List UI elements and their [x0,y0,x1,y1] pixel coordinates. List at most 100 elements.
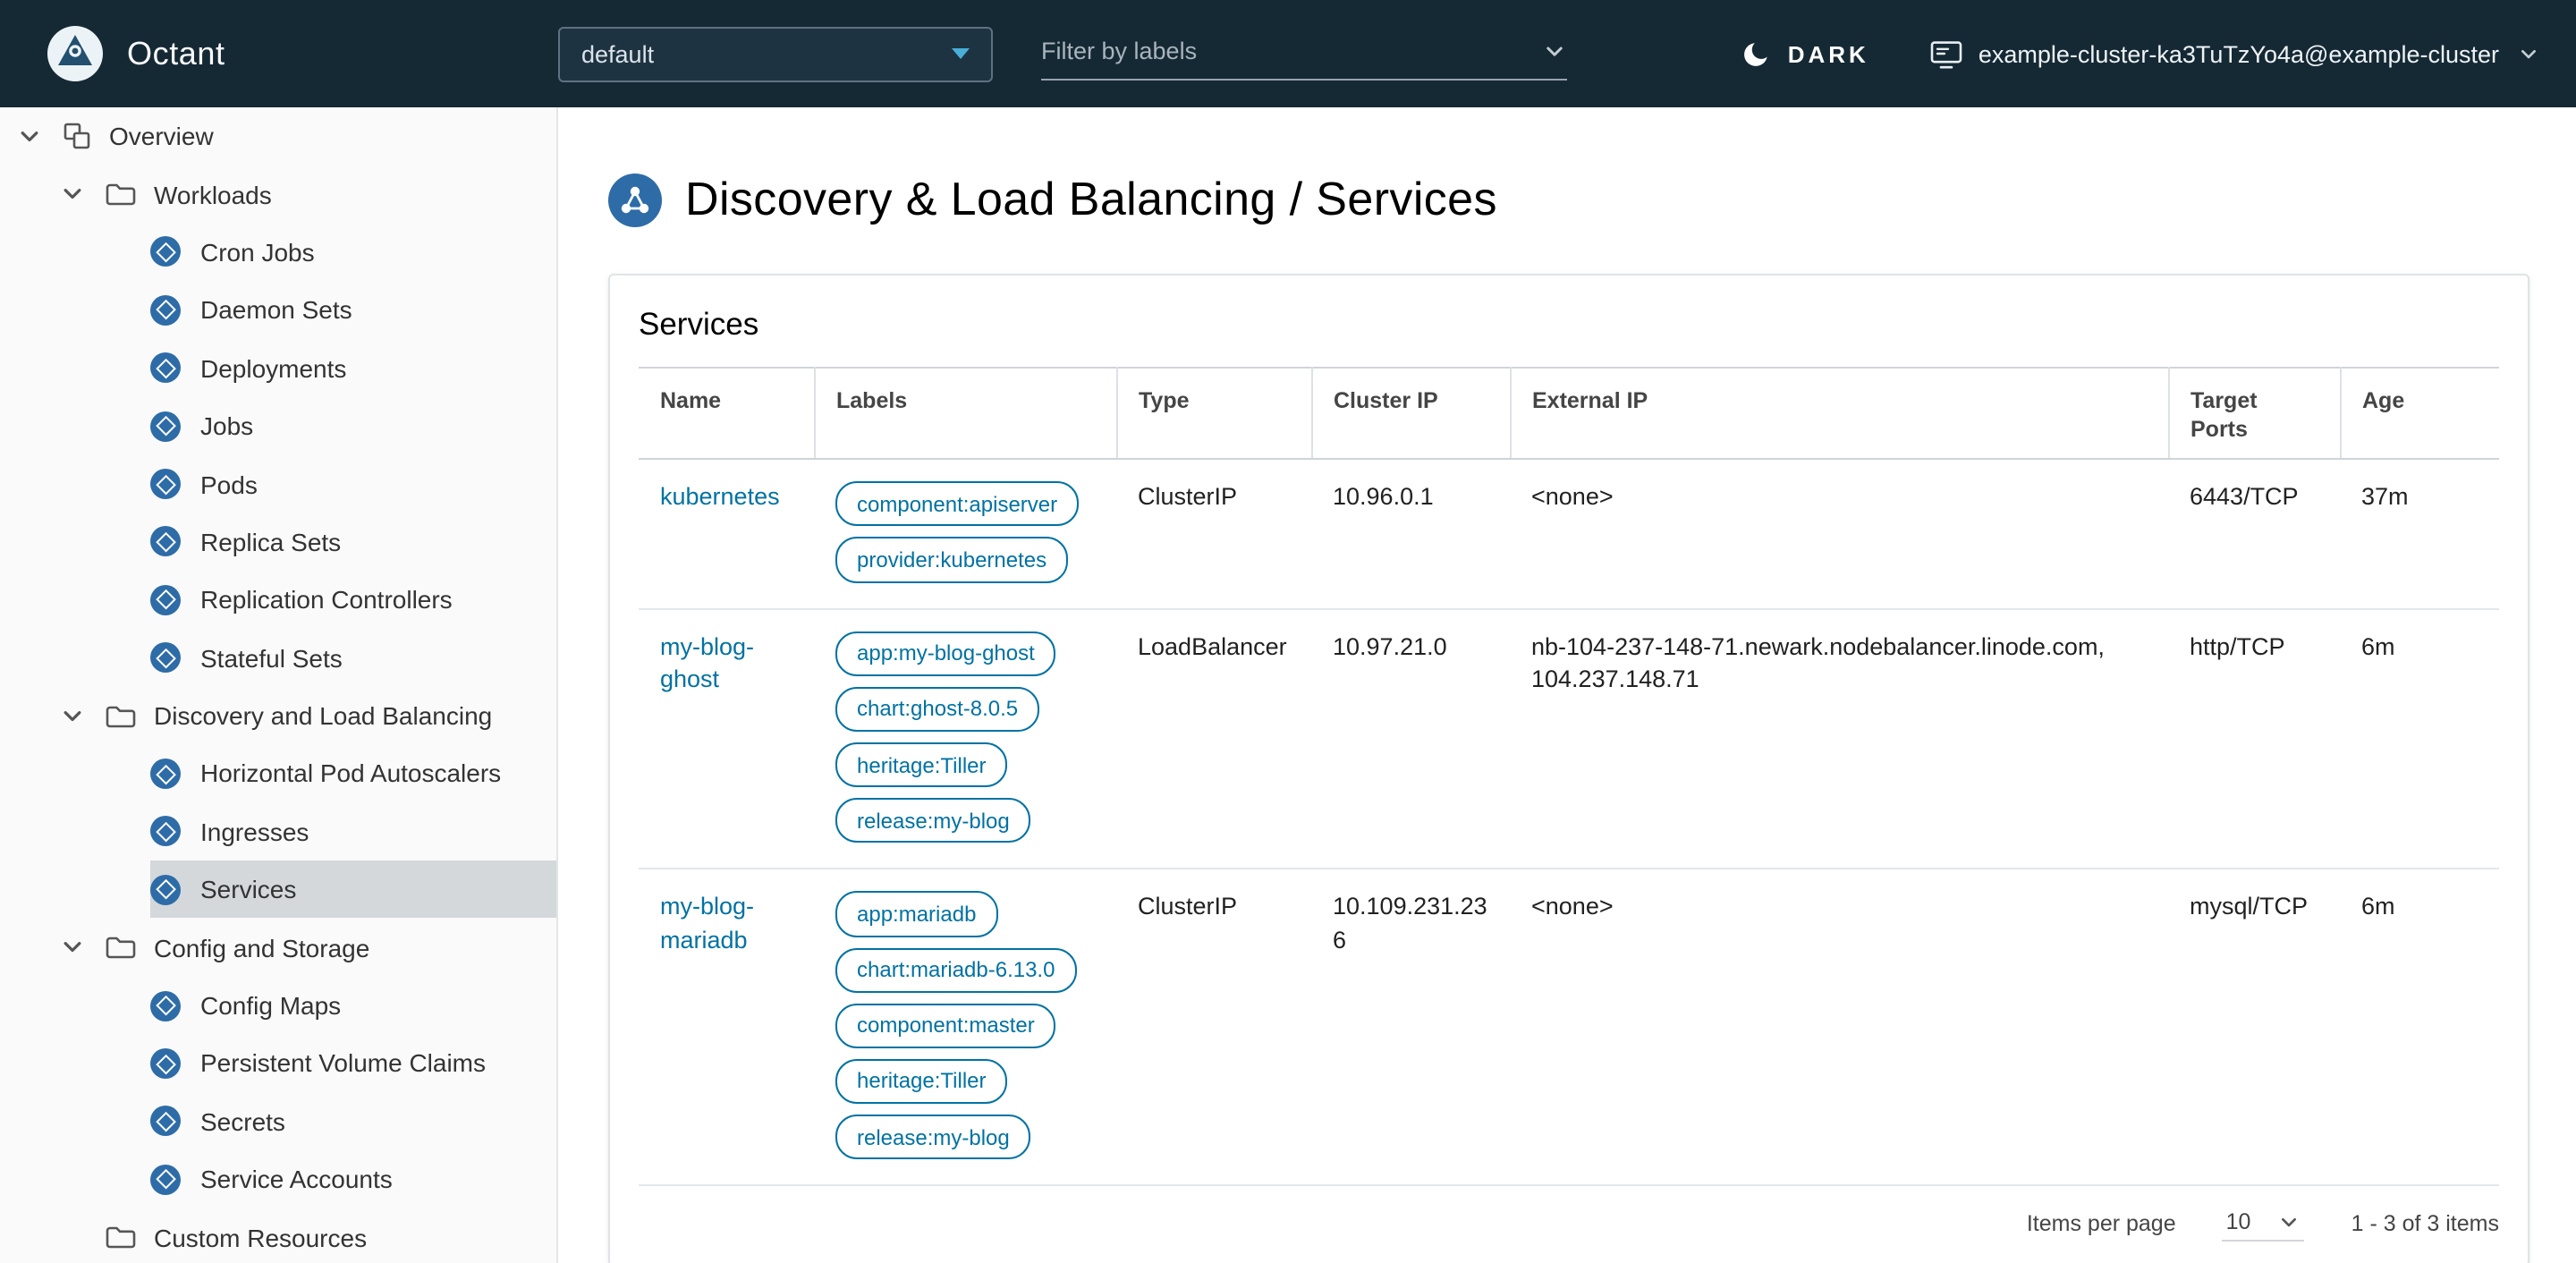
sidebar-item-ingresses[interactable]: Ingresses [150,802,556,860]
sidebar-item-cron-jobs[interactable]: Cron Jobs [150,224,556,282]
app-body: Overview Workloads Cron Jobs Daemon Sets… [0,107,2576,1263]
sidebar-item-replica-sets[interactable]: Replica Sets [150,513,556,571]
sidebar-item-label: Deployments [200,353,347,383]
sidebar-group-custom-resources[interactable]: Custom Resources [0,1208,556,1263]
table-row: kubernetes component:apiserver provider:… [639,459,2499,610]
column-header-external-ip: External IP [1509,368,2168,461]
folder-icon [106,1224,136,1250]
sidebar-item-label: Services [200,875,297,904]
label-pill[interactable]: heritage:Tiller [835,742,1008,788]
target-ports-cell: 6443/TCP [2168,459,2340,610]
service-name-link[interactable]: my-blog-mariadb [660,894,754,953]
caret-down-icon [952,48,970,59]
sidebar-item-replication-controllers[interactable]: Replication Controllers [150,571,556,629]
label-pill[interactable]: heritage:Tiller [835,1058,1008,1105]
sidebar: Overview Workloads Cron Jobs Daemon Sets… [0,107,558,1263]
sidebar-item-stateful-sets[interactable]: Stateful Sets [150,629,556,687]
brand: Octant [0,25,558,82]
label-filter-input[interactable] [1041,38,1542,64]
sidebar-item-deployments[interactable]: Deployments [150,339,556,397]
label-pill[interactable]: component:apiserver [835,481,1080,527]
pagination-footer: Items per page 10 1 - 3 of 3 items [610,1187,2528,1263]
cluster-selector[interactable]: example-cluster-ka3TuTzYo4a@example-clus… [1930,38,2540,69]
type-cell: ClusterIP [1116,869,1311,1187]
sidebar-item-jobs[interactable]: Jobs [150,397,556,455]
label-pill[interactable]: provider:kubernetes [835,537,1069,583]
sidebar-group-label: Custom Resources [154,1223,368,1252]
external-ip-cell: <none> [1510,869,2168,1187]
external-ip-cell: nb-104-237-148-71.newark.nodebalancer.li… [1510,608,2168,870]
chevron-down-icon[interactable] [16,123,41,148]
app-name: Octant [127,35,225,71]
column-header-age: Age [2339,368,2499,461]
target-ports-cell: mysql/TCP [2168,869,2340,1187]
services-network-icon [608,173,662,226]
sidebar-item-label: Config Maps [200,991,342,1021]
services-icon [150,874,181,905]
sidebar-item-daemon-sets[interactable]: Daemon Sets [150,281,556,339]
sidebar-item-persistent-volume-claims[interactable]: Persistent Volume Claims [150,1035,556,1093]
moon-icon [1741,38,1772,69]
config-maps-icon [150,990,181,1021]
table-header-row: Name Labels Type Cluster IP External IP … [639,368,2499,461]
sidebar-item-label: Replication Controllers [200,585,453,615]
sidebar-item-service-accounts[interactable]: Service Accounts [150,1150,556,1208]
services-table: Name Labels Type Cluster IP External IP … [639,367,2499,1187]
chevron-down-icon[interactable] [59,935,84,960]
sidebar-group-workloads[interactable]: Workloads [0,165,556,224]
table-row: my-blog-ghost app:my-blog-ghost chart:gh… [639,608,2499,870]
cluster-ip-cell: 10.97.21.0 [1311,608,1510,870]
pagination-range: 1 - 3 of 3 items [2351,1211,2499,1237]
sidebar-group-label: Workloads [154,180,272,209]
service-accounts-icon [150,1164,181,1195]
sidebar-item-pods[interactable]: Pods [150,455,556,513]
label-pill[interactable]: release:my-blog [835,798,1031,843]
card-title: Services [639,306,759,342]
sidebar-item-label: Secrets [200,1106,285,1136]
age-cell: 37m [2340,459,2499,610]
cluster-icon [1930,38,1962,69]
sidebar-group-discovery-and-load-balancing[interactable]: Discovery and Load Balancing [0,687,556,745]
chevron-down-icon[interactable] [59,182,84,207]
sidebar-item-label: Ingresses [200,817,309,846]
sidebar-item-label: Persistent Volume Claims [200,1048,487,1078]
label-pill[interactable]: release:my-blog [835,1115,1031,1160]
namespace-select[interactable]: default [558,26,993,81]
secrets-icon [150,1106,181,1137]
sidebar-item-label: Service Accounts [200,1165,393,1194]
column-header-type: Type [1115,368,1311,461]
persistent-volume-claims-icon [150,1047,181,1079]
sidebar-group-config-and-storage[interactable]: Config and Storage [0,919,556,977]
sidebar-item-services[interactable]: Services [150,860,556,919]
age-cell: 6m [2340,869,2499,1187]
services-card: Services Name Labels Type Cluster IP Ext… [608,274,2529,1263]
label-pill[interactable]: chart:mariadb-6.13.0 [835,947,1077,993]
chevron-down-icon[interactable] [59,703,84,728]
sidebar-item-label: Replica Sets [200,527,342,556]
label-pill[interactable]: chart:ghost-8.0.5 [835,686,1040,732]
service-name-link[interactable]: kubernetes [660,484,780,511]
label-pill[interactable]: component:master [835,1003,1056,1048]
folder-icon [106,702,136,729]
horizontal-pod-autoscalers-icon [150,758,181,789]
label-pill[interactable]: app:my-blog-ghost [835,631,1056,676]
sidebar-item-secrets[interactable]: Secrets [150,1092,556,1150]
sidebar-item-horizontal-pod-autoscalers[interactable]: Horizontal Pod Autoscalers [150,745,556,803]
pods-icon [150,469,181,500]
items-per-page-select[interactable]: 10 [2222,1207,2305,1242]
label-pill[interactable]: app:mariadb [835,891,998,937]
sidebar-item-overview[interactable]: Overview [0,107,556,165]
service-name-link[interactable]: my-blog-ghost [660,632,754,691]
services-table-wrap: Name Labels Type Cluster IP External IP … [610,367,2528,1187]
label-filter [1041,27,1567,81]
octant-app: Octant default DARK [0,0,2576,1263]
sidebar-group-label: Discovery and Load Balancing [154,701,493,731]
sidebar-item-label: Daemon Sets [200,295,352,325]
page-title: Discovery & Load Balancing / Services [608,172,2529,227]
column-header-name: Name [639,368,814,461]
items-per-page-label: Items per page [2026,1211,2176,1237]
sidebar-group-label: Config and Storage [154,933,370,962]
filter-caret-icon[interactable] [1542,38,1567,64]
theme-toggle-button[interactable]: DARK [1741,38,1869,69]
sidebar-item-config-maps[interactable]: Config Maps [150,977,556,1035]
